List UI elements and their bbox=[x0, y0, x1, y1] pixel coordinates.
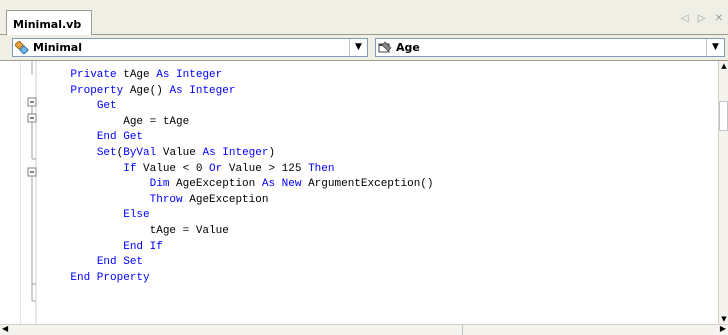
member-combo-label: Age bbox=[396, 41, 420, 54]
keyword-token: Property bbox=[70, 84, 124, 97]
keyword-token: As bbox=[261, 178, 276, 191]
keyword-token: Or bbox=[209, 162, 223, 175]
keyword-token: Else bbox=[123, 209, 150, 222]
keyword-token: Then bbox=[308, 162, 335, 175]
outline-margin bbox=[27, 61, 37, 324]
tab-label: Minimal.vb bbox=[13, 18, 82, 31]
code-token: tAge = Value bbox=[44, 224, 229, 237]
code-line[interactable]: End Set bbox=[44, 255, 434, 271]
code-token: AgeException bbox=[182, 193, 269, 206]
chevron-down-icon[interactable]: ▼ bbox=[706, 39, 724, 56]
code-line[interactable]: Dim AgeException As New ArgumentExceptio… bbox=[44, 177, 434, 193]
keyword-token: As bbox=[156, 69, 170, 81]
code-token: AgeException bbox=[169, 178, 262, 191]
scroll-down-icon[interactable]: ▼ bbox=[719, 315, 728, 323]
code-line[interactable]: Age = tAge bbox=[44, 115, 434, 131]
code-token: ) bbox=[268, 146, 276, 159]
keyword-token: As bbox=[169, 84, 183, 97]
tab-minimal-vb[interactable]: Minimal.vb bbox=[6, 10, 92, 35]
code-token: Value bbox=[156, 146, 203, 159]
vertical-scroll-thumb[interactable] bbox=[719, 101, 728, 131]
code-line[interactable]: tAge = Value bbox=[44, 224, 434, 240]
horizontal-scroll-thumb[interactable] bbox=[12, 325, 463, 335]
scroll-right-icon[interactable]: ▶ bbox=[720, 324, 726, 333]
keyword-token: Integer bbox=[222, 146, 269, 159]
tab-controls[interactable]: ◁ ▷ ✕ bbox=[681, 13, 726, 24]
document-tab-bar: Minimal.vb ◁ ▷ ✕ bbox=[0, 0, 728, 35]
code-line[interactable]: Private tAge As Integer bbox=[44, 68, 434, 84]
code-line[interactable]: Set(ByVal Value As Integer) bbox=[44, 146, 434, 162]
code-text[interactable]: Private tAge As Integer Property Age() A… bbox=[44, 68, 434, 287]
keyword-token: Dim bbox=[149, 178, 170, 191]
keyword-token: If bbox=[123, 162, 137, 175]
vertical-scrollbar[interactable]: ▲ ▼ bbox=[718, 61, 728, 324]
code-token: Value < 0 bbox=[136, 162, 210, 175]
keyword-token: Set bbox=[96, 146, 117, 159]
keyword-token: As bbox=[202, 146, 216, 159]
code-editor[interactable]: Private tAge As Integer Property Age() A… bbox=[0, 61, 718, 324]
member-name-combo[interactable]: Age ▼ bbox=[375, 38, 725, 57]
keyword-token: End Property bbox=[70, 271, 150, 284]
keyword-token: Private bbox=[70, 69, 117, 81]
class-icon bbox=[15, 41, 29, 54]
code-line[interactable]: Property Age() As Integer bbox=[44, 84, 434, 100]
keyword-token: Throw bbox=[149, 193, 183, 206]
keyword-token: Get bbox=[96, 100, 117, 113]
scroll-left-icon[interactable]: ◀ bbox=[2, 324, 8, 333]
code-line[interactable]: End Get bbox=[44, 130, 434, 146]
code-line[interactable]: End Property bbox=[44, 271, 434, 287]
keyword-token: New bbox=[281, 178, 302, 191]
keyword-token: End If bbox=[123, 240, 163, 253]
code-line[interactable]: Else bbox=[44, 208, 434, 224]
navigation-bar: Minimal ▼ Age ▼ bbox=[0, 35, 728, 61]
code-token: ArgumentException() bbox=[301, 178, 434, 191]
code-token: tAge bbox=[116, 69, 157, 81]
keyword-token: End Get bbox=[96, 131, 144, 144]
code-token: Age() bbox=[123, 84, 170, 97]
chevron-down-icon[interactable]: ▼ bbox=[349, 39, 367, 56]
property-icon bbox=[378, 41, 392, 53]
keyword-token: Integer bbox=[189, 84, 236, 97]
keyword-token: End Set bbox=[96, 256, 144, 269]
code-line[interactable]: Throw AgeException bbox=[44, 193, 434, 209]
keyword-token: Integer bbox=[176, 69, 223, 81]
code-token: Value > 125 bbox=[222, 162, 309, 175]
scroll-up-icon[interactable]: ▲ bbox=[719, 62, 728, 70]
horizontal-scrollbar[interactable]: ◀ ▶ bbox=[0, 324, 728, 335]
class-combo-label: Minimal bbox=[33, 41, 82, 54]
class-name-combo[interactable]: Minimal ▼ bbox=[12, 38, 368, 57]
code-line[interactable]: If Value < 0 Or Value > 125 Then bbox=[44, 162, 434, 178]
code-line[interactable]: Get bbox=[44, 99, 434, 115]
code-token: Age = tAge bbox=[44, 115, 190, 128]
code-line[interactable]: End If bbox=[44, 240, 434, 256]
keyword-token: ByVal bbox=[123, 146, 157, 159]
